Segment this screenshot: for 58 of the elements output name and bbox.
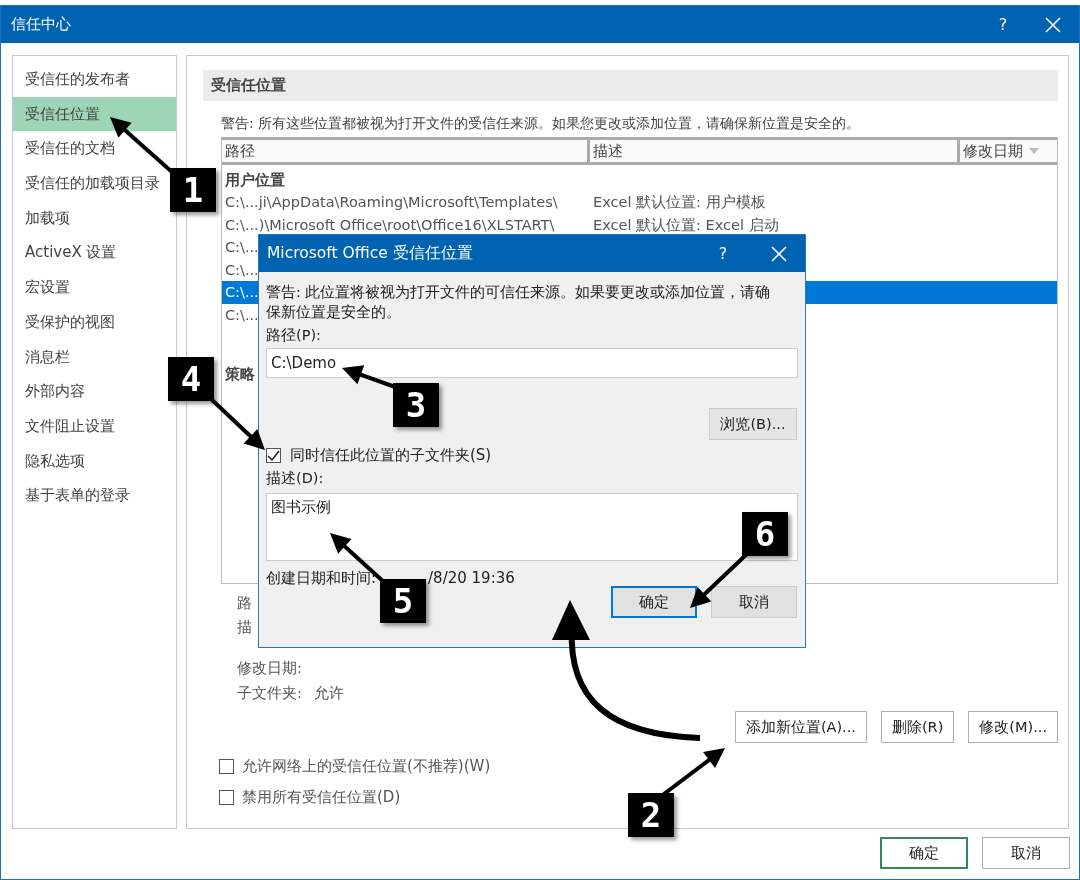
sidebar-item[interactable]: 受信任的文档 [25,131,115,167]
field-label: 描述(D): [266,469,325,488]
sidebar-item[interactable]: ActiveX 设置 [25,235,117,271]
sidebar-item[interactable]: 受信任位置 [13,96,176,132]
sidebar-item[interactable]: 受信任的加载项目录 [25,166,160,201]
created-value: /8/20 19:36 [428,569,515,588]
sidebar-item[interactable]: 外部内容 [25,374,85,409]
step-badge: 2 [628,793,674,837]
created-label: 创建日期和时间: [266,569,377,588]
column-header[interactable]: 路径 [222,140,590,162]
step-badge: 6 [742,512,788,556]
dialog-title: Microsoft Office 受信任位置 [267,243,474,264]
sidebar-item[interactable]: 宏设置 [25,270,70,305]
step-badge: 4 [168,357,214,401]
action-button[interactable]: 删除(R) [880,711,955,743]
detail-label: 修改日期: [237,660,302,676]
column-header[interactable]: 修改日期 [960,140,1044,162]
checkbox-label[interactable]: 允许网络上的受信任位置(不推荐)(W) [242,757,491,776]
help-button[interactable]: ? [991,15,1015,34]
warning-text: 警告: 所有这些位置都被视为打开文件的受信任来源。如果您更改或添加位置，请确保新位置是安全的。 [221,115,862,133]
section-header: 受信任位置 [203,70,1058,101]
sidebar-item[interactable]: 受信任的发布者 [25,62,130,97]
checkbox[interactable] [266,448,281,463]
step-badge: 5 [380,579,426,623]
checkbox[interactable] [219,759,234,774]
detail-label: 描 [237,618,252,637]
sidebar-item[interactable]: 基于表单的登录 [25,478,130,513]
checkbox-label[interactable]: 同时信任此位置的子文件夹(S) [290,446,492,465]
checkbox[interactable] [219,790,234,805]
group-heading: 用户位置 [225,171,285,190]
dialog-button[interactable]: 取消 [982,837,1070,869]
sidebar-item[interactable]: 隐私选项 [25,443,85,479]
dialog-button[interactable]: 确定 [880,837,968,869]
action-button[interactable]: 修改(M)... [968,711,1058,743]
group-heading: 策略 [225,365,255,384]
step-badge: 1 [170,168,216,212]
window-title: 信任中心 [11,15,72,34]
detail-label: 路 [237,594,252,613]
path-field[interactable]: C:\Demo [266,348,798,378]
detail-label: 子文件夹: [237,685,302,701]
table-row[interactable]: C:\...)\Microsoft Office\root\Office16\XLSTART\ Excel 默认位置: Excel 启动 [222,213,1057,236]
dialog-button[interactable]: 取消 [711,586,797,618]
sidebar-item[interactable]: 加载项 [25,200,70,236]
help-button[interactable]: ? [711,244,735,263]
checkbox-label[interactable]: 禁用所有受信任位置(D) [242,788,401,807]
close-icon[interactable] [771,245,787,262]
sidebar-item[interactable]: 文件阻止设置 [25,408,115,444]
sidebar-item[interactable]: 受保护的视图 [25,304,115,340]
detail-value: 允许 [313,685,344,701]
sidebar-item[interactable]: 消息栏 [25,339,70,375]
browse-button[interactable]: 浏览(B)... [709,408,797,440]
action-button[interactable]: 添加新位置(A)... [734,711,867,743]
field-label: 路径(P): [266,326,322,345]
table-row[interactable]: C:\...ji\AppData\Roaming\Microsoft\Templates\ Excel 默认位置: 用户模板 [222,191,1057,214]
dialog-button[interactable]: 确定 [611,586,697,618]
column-header[interactable]: 描述 [590,140,960,162]
close-icon[interactable] [1045,16,1061,33]
step-badge: 3 [393,383,439,427]
